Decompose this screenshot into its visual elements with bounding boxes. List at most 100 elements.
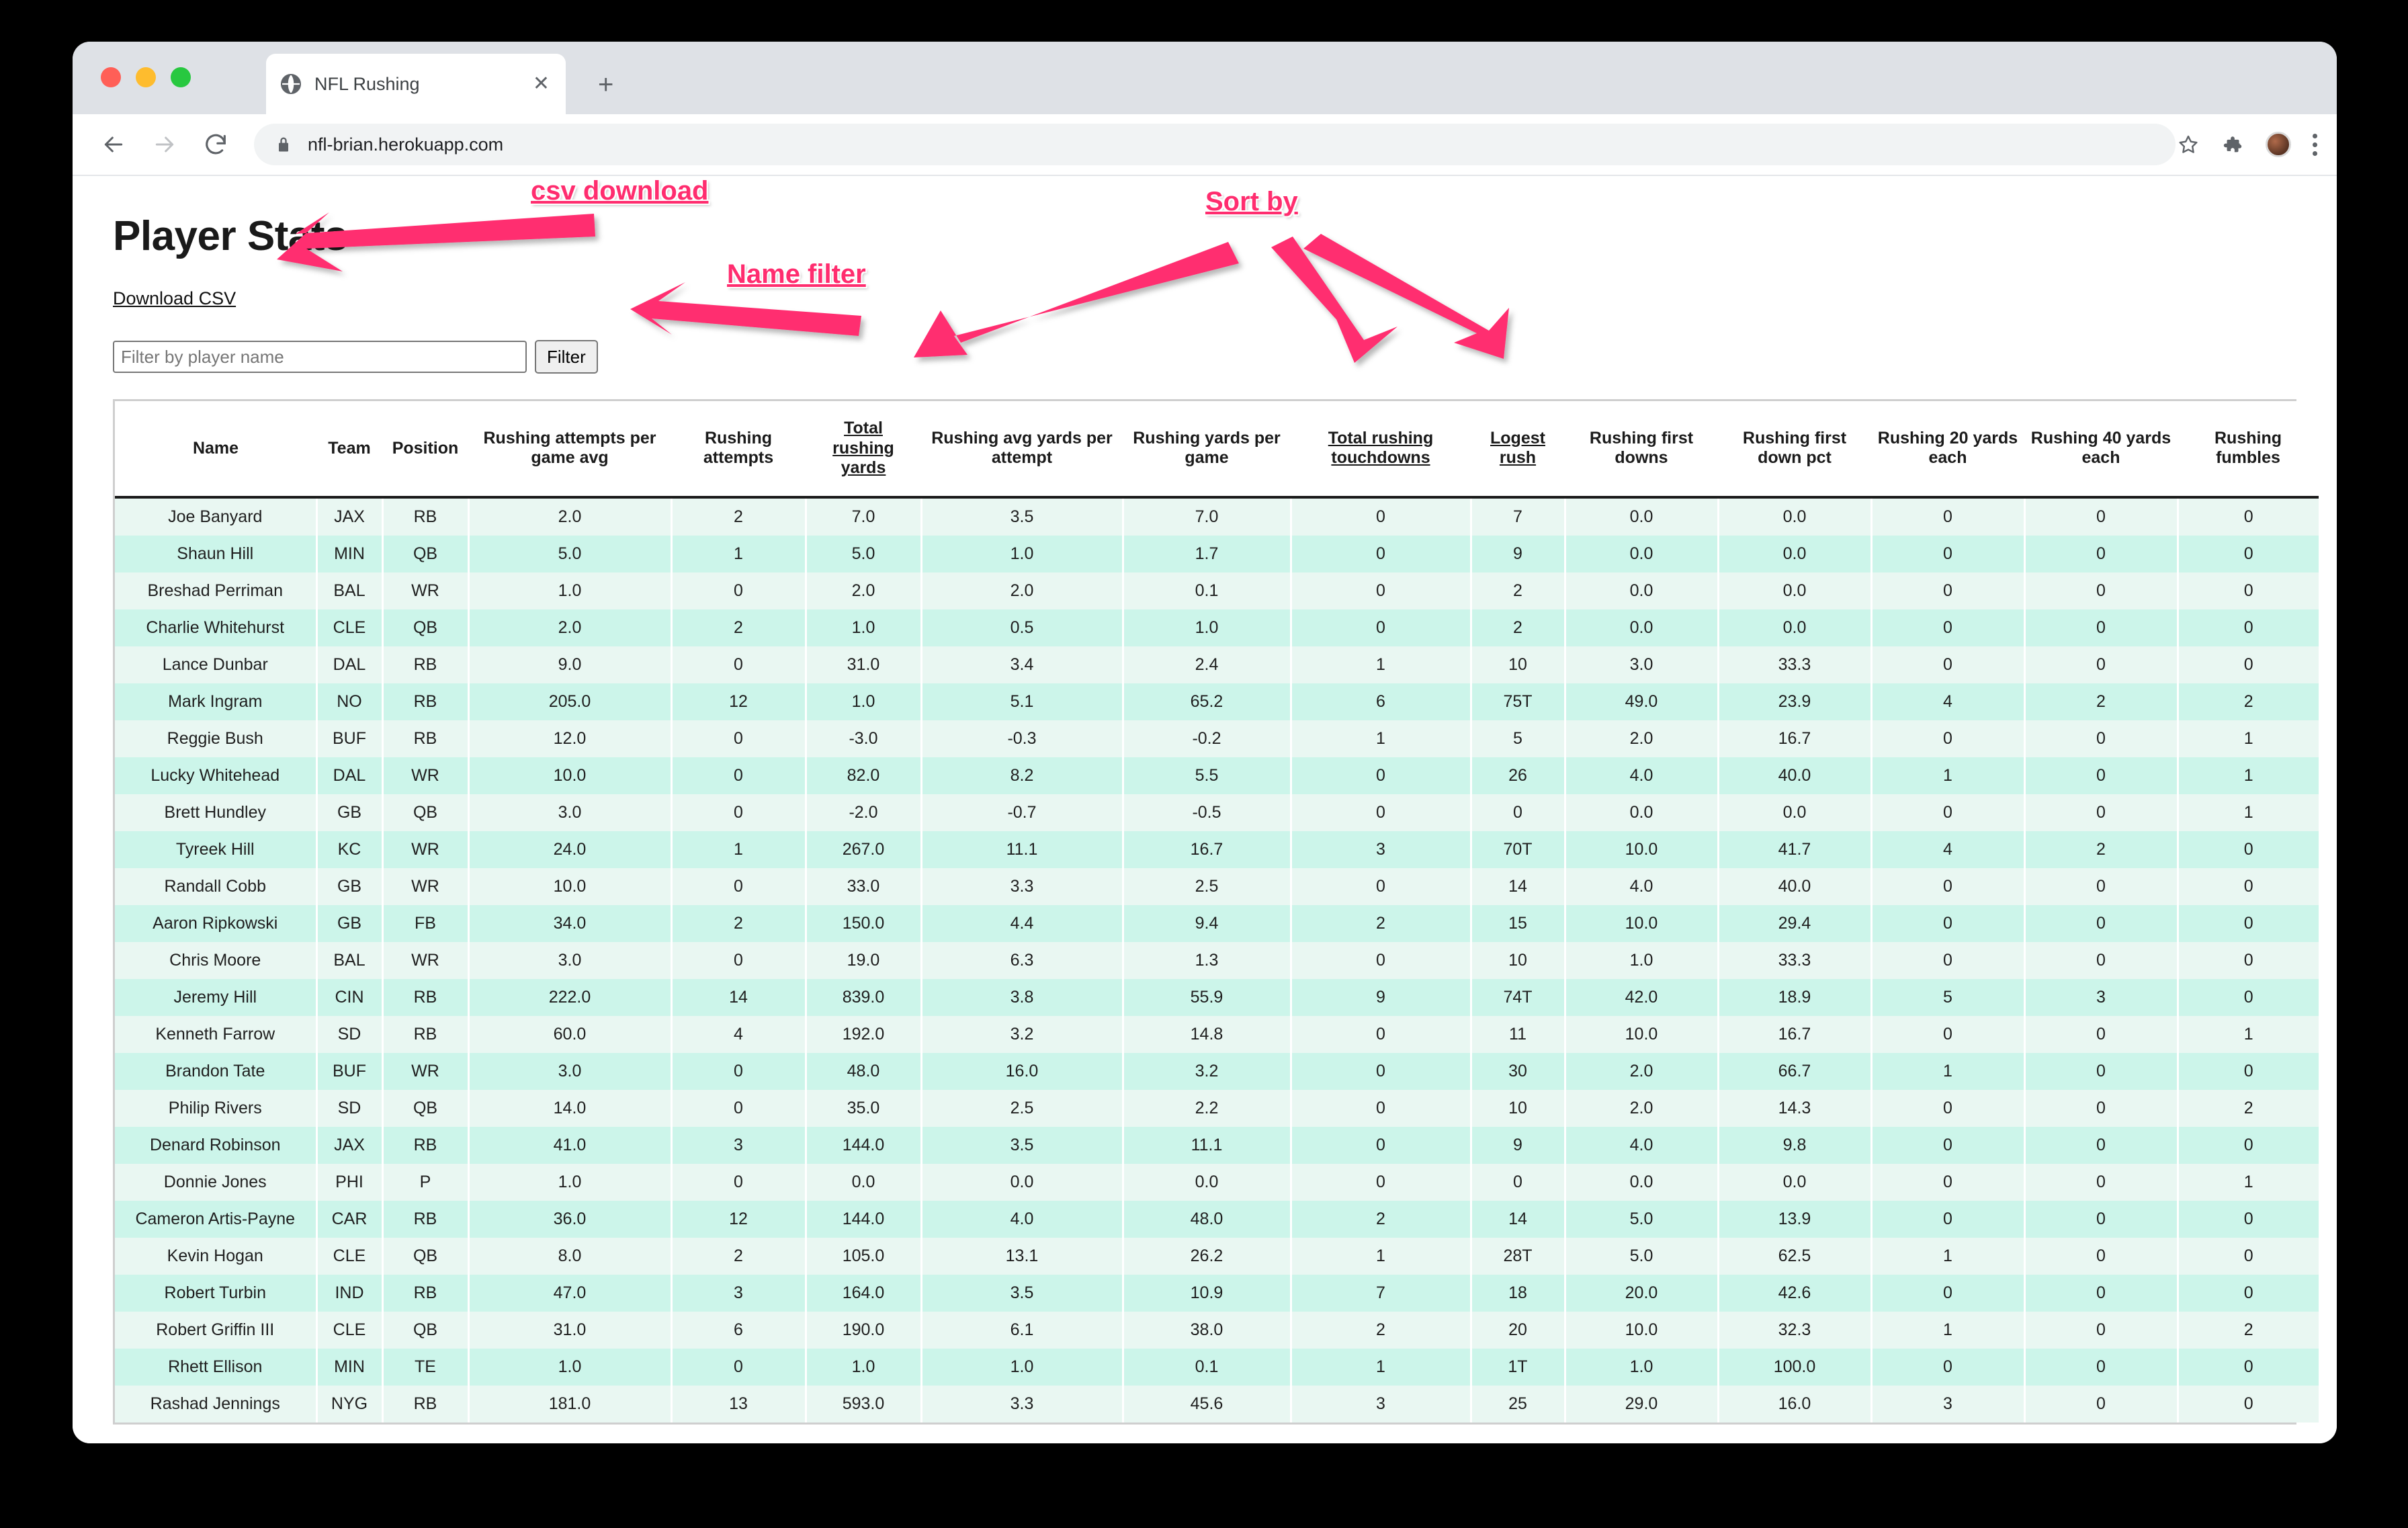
cell-rapg: 222.0	[468, 978, 673, 1016]
cell-fum: 0	[2178, 867, 2319, 905]
cell-team: BUF	[316, 1052, 384, 1090]
cell-rypg: 0.0	[1123, 1163, 1292, 1201]
avatar[interactable]	[2266, 132, 2291, 157]
cell-name: Randall Cobb	[115, 867, 318, 905]
toolbar-right-group	[2177, 132, 2318, 157]
cell-name: Kevin Hogan	[115, 1237, 318, 1275]
cell-rypg: 11.1	[1123, 1126, 1292, 1164]
cell-r40: 0	[2024, 1089, 2179, 1127]
minimize-window-button[interactable]	[136, 67, 156, 87]
cell-fum: 0	[2178, 535, 2319, 572]
cell-pos: FB	[382, 904, 470, 942]
cell-team: GB	[316, 904, 384, 942]
table-row: Lance Dunbar DAL RB 9.0 0 31.0 3.4 2.4 1 10 3.0 33.…	[115, 646, 2319, 683]
cell-fum: 0	[2178, 646, 2319, 683]
cell-ra: 0	[671, 572, 807, 609]
column-header-try[interactable]: Total rushing yards	[806, 401, 921, 499]
cell-pos: RB	[382, 720, 470, 757]
cell-team: NO	[316, 683, 384, 720]
close-tab-icon[interactable]: ✕	[530, 74, 552, 94]
column-header-trtd[interactable]: Total rushing touchdowns	[1291, 401, 1471, 499]
maximize-window-button[interactable]	[171, 67, 191, 87]
cell-rypg: 1.7	[1123, 535, 1292, 572]
cell-pos: QB	[382, 609, 470, 646]
cell-rfd: 20.0	[1565, 1274, 1719, 1312]
cell-r20: 0	[1871, 646, 2026, 683]
cell-rapg: 3.0	[468, 1052, 673, 1090]
cell-trtd: 0	[1291, 572, 1472, 609]
cell-ra: 3	[671, 1126, 807, 1164]
cell-fum: 1	[2178, 794, 2319, 831]
cell-ravg: 3.5	[921, 497, 1124, 536]
cell-ra: 14	[671, 978, 807, 1016]
table-row: Joe Banyard JAX RB 2.0 2 7.0 3.5 7.0 0 7 0.0 0.0 0 0 0	[115, 497, 2319, 536]
close-window-button[interactable]	[101, 67, 121, 87]
column-header-rypg: Rushing yards per game	[1123, 401, 1291, 499]
cell-fum: 0	[2178, 831, 2319, 868]
cell-fum: 1	[2178, 720, 2319, 757]
column-header-r40: Rushing 40 yards each	[2024, 401, 2178, 499]
player-name-filter-input[interactable]	[113, 341, 527, 373]
cell-rfdp: 42.6	[1718, 1274, 1873, 1312]
cell-name: Kenneth Farrow	[115, 1015, 318, 1053]
table-header-row: Name Team Position Rushing attempts per gam…	[115, 401, 2319, 499]
cell-rfdp: 33.3	[1718, 941, 1873, 979]
cell-try: 1.0	[806, 1348, 922, 1386]
cell-rypg: 55.9	[1123, 978, 1292, 1016]
sort-link-trtd[interactable]: Total rushing touchdowns	[1328, 429, 1433, 468]
cell-try: 150.0	[806, 904, 922, 942]
sort-link-long[interactable]: Logest rush	[1490, 429, 1545, 468]
cell-team: DAL	[316, 646, 384, 683]
cell-fum: 0	[2178, 1348, 2319, 1386]
cell-team: MIN	[316, 535, 384, 572]
cell-fum: 0	[2178, 1274, 2319, 1312]
table-row: Shaun Hill MIN QB 5.0 1 5.0 1.0 1.7 0 9 0.0 0.0 0 0 0	[115, 535, 2319, 572]
cell-name: Donnie Jones	[115, 1163, 318, 1201]
cell-name: Lucky Whitehead	[115, 757, 318, 794]
cell-rypg: 0.1	[1123, 1348, 1292, 1386]
reload-icon[interactable]	[198, 126, 234, 163]
cell-r40: 0	[2024, 1274, 2179, 1312]
extensions-puzzle-icon[interactable]	[2221, 133, 2244, 156]
cell-rfdp: 0.0	[1718, 497, 1873, 536]
window-traffic-lights	[101, 67, 191, 87]
download-csv-link[interactable]: Download CSV	[113, 288, 236, 309]
cell-trtd: 3	[1291, 831, 1472, 868]
cell-rapg: 3.0	[468, 794, 673, 831]
cell-rapg: 10.0	[468, 757, 673, 794]
cell-fum: 0	[2178, 1237, 2319, 1275]
browser-tab[interactable]: NFL Rushing ✕	[266, 54, 566, 114]
bookmark-star-icon[interactable]	[2177, 133, 2200, 156]
cell-fum: 0	[2178, 1126, 2319, 1164]
filter-button[interactable]: Filter	[535, 340, 598, 374]
forward-icon[interactable]	[146, 126, 183, 163]
cell-rfdp: 32.3	[1718, 1311, 1873, 1349]
cell-long: 11	[1471, 1015, 1566, 1053]
column-header-long[interactable]: Logest rush	[1471, 401, 1565, 499]
sort-link-try[interactable]: Total rushing yards	[832, 419, 894, 477]
cell-r40: 0	[2024, 904, 2179, 942]
cell-ra: 0	[671, 867, 807, 905]
cell-try: -3.0	[806, 720, 922, 757]
cell-team: KC	[316, 831, 384, 868]
cell-pos: RB	[382, 1274, 470, 1312]
new-tab-button[interactable]: +	[598, 71, 613, 98]
address-bar[interactable]: nfl-brian.herokuapp.com	[254, 124, 2176, 165]
cell-pos: WR	[382, 867, 470, 905]
cell-ravg: 16.0	[921, 1052, 1124, 1090]
table-head: Name Team Position Rushing attempts per gam…	[115, 401, 2319, 499]
cell-long: 10	[1471, 646, 1566, 683]
cell-name: Joe Banyard	[115, 497, 318, 536]
back-icon[interactable]	[95, 126, 132, 163]
cell-trtd: 0	[1291, 1163, 1472, 1201]
cell-r40: 0	[2024, 941, 2179, 979]
table-row: Aaron Ripkowski GB FB 34.0 2 150.0 4.4 9.4 2 15 10…	[115, 904, 2319, 942]
cell-rfdp: 33.3	[1718, 646, 1873, 683]
browser-menu-icon[interactable]	[2313, 133, 2318, 156]
cell-rfdp: 16.0	[1718, 1385, 1873, 1423]
cell-r20: 0	[1871, 867, 2026, 905]
lock-icon	[274, 135, 293, 154]
page-content: Player Stats Download CSV Filter NameTea…	[73, 176, 2337, 1443]
cell-rfd: 0.0	[1565, 1163, 1719, 1201]
cell-ravg: 5.1	[921, 683, 1124, 720]
